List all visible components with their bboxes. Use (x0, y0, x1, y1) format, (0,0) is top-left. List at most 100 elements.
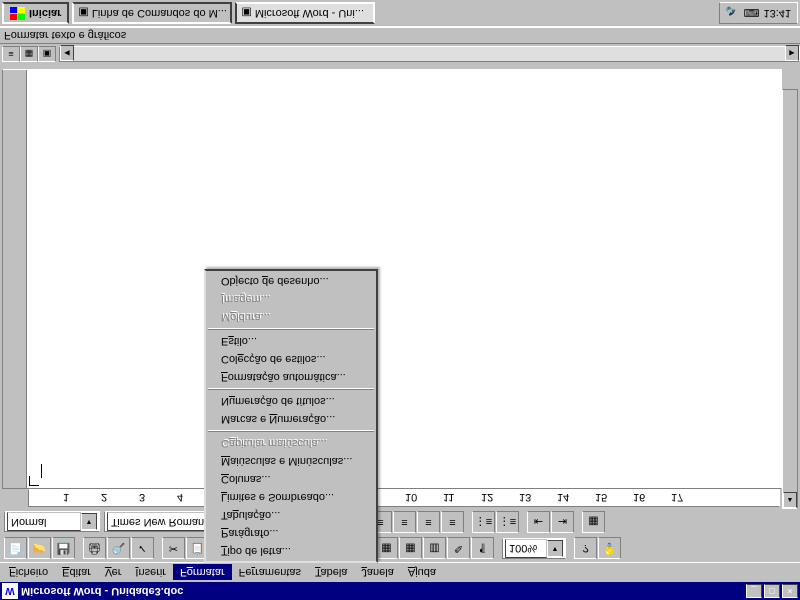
menu-janela[interactable]: Janela (354, 565, 400, 581)
app-icon: ▣ (241, 7, 251, 20)
taskbar-task[interactable]: ▣Microsoft Word - Uni... (235, 2, 375, 24)
menu-item: Moldura... (207, 308, 375, 326)
menu-item[interactable]: Numeração de títulos... (207, 392, 375, 410)
menu-item[interactable]: Parágrafo... (207, 524, 375, 542)
vertical-scrollbar[interactable]: ▲ (782, 89, 798, 509)
help-button[interactable]: ? (574, 538, 597, 560)
menubar: FicheiroEditarVerInserirFormatarFerramen… (0, 563, 800, 582)
layout-view-button[interactable]: ▦ (20, 46, 38, 62)
chevron-down-icon[interactable]: ▼ (81, 514, 97, 531)
taskbar-task[interactable]: ▣Linha de Comandos do M... (72, 2, 232, 24)
menu-separator (208, 430, 374, 432)
align-center-button[interactable]: ≡ (393, 511, 416, 533)
standard-toolbar: 📄 📂 💾 🖨 🔍 ✓ ✂ 📋 📄 🖌 ↶ ↷ ▦ 📇 ▦ ▦ ▥ ✎ ¶ 10… (0, 535, 800, 563)
menu-inserir[interactable]: Inserir (128, 565, 173, 581)
outdent-button[interactable]: ⇤ (527, 511, 550, 533)
menu-item[interactable]: Objecto de desenho... (207, 272, 375, 290)
menu-item[interactable]: Formatação automática... (207, 368, 375, 386)
drawing-button[interactable]: ✎ (447, 538, 470, 560)
ruler-mark: 12 (481, 491, 493, 503)
chevron-down-icon[interactable]: ▼ (547, 540, 563, 557)
spell-button[interactable]: ✓ (131, 538, 154, 560)
scroll-left-button[interactable]: ◀ (60, 45, 74, 61)
start-label: Iniciar (29, 7, 61, 19)
align-right-button[interactable]: ≡ (417, 511, 440, 533)
tip-button[interactable]: 💡 (598, 538, 621, 560)
titlebar-text: Microsoft Word - Unidade3.doc (21, 585, 744, 597)
document-area[interactable] (2, 69, 782, 489)
status-text: Formatar texto e gráficos (4, 29, 126, 41)
ruler-mark: 3 (139, 491, 145, 503)
menu-ver[interactable]: Ver (98, 565, 129, 581)
borders-button[interactable]: ▦ (582, 511, 605, 533)
open-button[interactable]: 📂 (28, 538, 51, 560)
menu-editar[interactable]: Editar (55, 565, 98, 581)
start-button[interactable]: Iniciar (2, 2, 69, 24)
ruler-mark: 16 (633, 491, 645, 503)
page-view-button[interactable]: ▣ (38, 46, 56, 62)
windows-flag-icon (10, 6, 26, 20)
taskbar: Iniciar ▣Linha de Comandos do M...▣Micro… (0, 0, 800, 28)
document-page[interactable] (27, 70, 781, 488)
scroll-up-button[interactable]: ▲ (783, 492, 797, 508)
minimize-button[interactable]: _ (746, 584, 762, 598)
indent-button[interactable]: ⇥ (551, 511, 574, 533)
save-button[interactable]: 💾 (52, 538, 75, 560)
ruler-mark: 11 (443, 491, 454, 503)
excel-button[interactable]: ▦ (399, 538, 422, 560)
menu-item: Capitular maiúscula... (207, 434, 375, 452)
systray[interactable]: 🔊 ⌨ 13:41 (719, 2, 798, 24)
doc-gutter (3, 70, 27, 488)
columns-button[interactable]: ▥ (423, 538, 446, 560)
statusbar: Formatar texto e gráficos (0, 26, 800, 44)
menu-item[interactable]: Tabulação... (207, 506, 375, 524)
tray-icon[interactable]: 🔊 (726, 7, 740, 20)
ruler-mark: 1 (63, 491, 69, 503)
close-button[interactable]: × (782, 584, 798, 598)
zoom-combo[interactable]: 100% ▼ (502, 538, 566, 559)
menu-ajuda[interactable]: Ajuda (401, 565, 443, 581)
style-value: Normal (11, 516, 46, 528)
cut-button[interactable]: ✂ (162, 538, 185, 560)
text-cursor (41, 464, 767, 478)
table-button[interactable]: ▦ (375, 538, 398, 560)
menu-item[interactable]: Colunas... (207, 470, 375, 488)
bullets-button[interactable]: ⋮≡ (496, 511, 519, 533)
menu-ferramentas[interactable]: Ferramentas (232, 565, 308, 581)
maximize-button[interactable]: □ (764, 584, 780, 598)
print-button[interactable]: 🖨 (83, 538, 106, 560)
word-icon: W (2, 583, 18, 599)
menu-formatar[interactable]: Formatar (173, 565, 232, 581)
new-button[interactable]: 📄 (4, 538, 27, 560)
zoom-value: 100% (509, 543, 537, 555)
ruler-mark: 10 (405, 491, 417, 503)
menu-item[interactable]: Marcas e Numeração... (207, 410, 375, 428)
menu-item[interactable]: Limites e Sombreado... (207, 488, 375, 506)
menu-tabela[interactable]: Tabela (308, 565, 354, 581)
show-button[interactable]: ¶ (471, 538, 494, 560)
page-corner-mark (29, 476, 39, 486)
tray-icon[interactable]: ⌨ (744, 7, 760, 20)
font-value: Times New Roman (111, 516, 204, 528)
formatting-toolbar: Normal ▼ Times New Roman ▼ 10 ▼ B I U ≡ … (0, 509, 800, 535)
style-combo[interactable]: Normal ▼ (4, 512, 100, 533)
normal-view-button[interactable]: ≡ (2, 46, 20, 62)
format-menu-dropdown: Tipo de letra...Parágrafo...Tabulação...… (204, 269, 378, 563)
justify-button[interactable]: ≡ (441, 511, 464, 533)
clock: 13:41 (763, 7, 791, 19)
ruler[interactable]: 1234567891011121314151617 (28, 489, 780, 507)
ruler-mark: 2 (101, 491, 107, 503)
menu-item: Imagem... (207, 290, 375, 308)
menu-item[interactable]: Tipo de letra... (207, 542, 375, 560)
numbering-button[interactable]: ⋮≡ (472, 511, 495, 533)
menu-item[interactable]: Maiúsculas e Minúsculas... (207, 452, 375, 470)
preview-button[interactable]: 🔍 (107, 538, 130, 560)
menu-ficheiro[interactable]: Ficheiro (2, 565, 55, 581)
ruler-mark: 17 (671, 491, 683, 503)
app-icon: ▣ (78, 7, 88, 20)
horizontal-scrollbar[interactable]: ◀ ▶ (59, 46, 800, 62)
scroll-right-button[interactable]: ▶ (785, 45, 799, 61)
ruler-mark: 13 (519, 491, 531, 503)
menu-item[interactable]: Estilo... (207, 332, 375, 350)
menu-item[interactable]: Colecção de estilos... (207, 350, 375, 368)
